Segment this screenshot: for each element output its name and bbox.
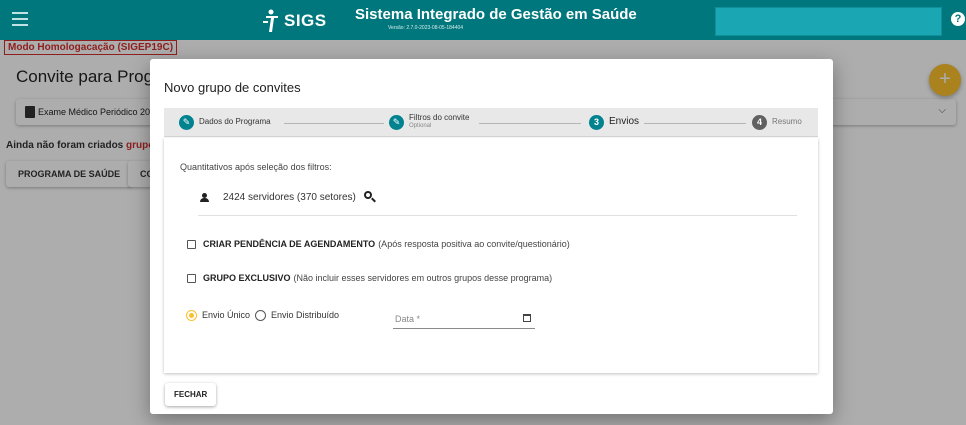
step-connector <box>644 123 746 124</box>
quantitativos-title: Quantitativos após seleção dos filtros: <box>180 162 332 172</box>
checkbox-note: (Não incluir esses servidores em outros … <box>293 273 553 283</box>
criar-pendencia-checkbox[interactable]: CRIAR PENDÊNCIA DE AGENDAMENTO (Após res… <box>187 238 570 250</box>
step-label: Resumo <box>772 117 802 126</box>
envio-radio-group: Envio Único Envio Distribuído <box>186 309 339 321</box>
menu-icon[interactable] <box>12 12 28 26</box>
close-button[interactable]: FECHAR <box>165 383 217 406</box>
checkbox-label: GRUPO EXCLUSIVO <box>203 273 291 283</box>
grupo-exclusivo-checkbox[interactable]: GRUPO EXCLUSIVO (Não incluir esses servi… <box>187 272 552 284</box>
step-label: Dados do Programa <box>199 117 271 126</box>
pencil-icon: ✎ <box>179 115 194 130</box>
date-placeholder: Data * <box>395 314 421 324</box>
calendar-icon[interactable] <box>523 314 531 322</box>
sigs-logo-mark <box>263 9 278 32</box>
app-version: Versão: 2.7.0-2023-08-05-184404 <box>388 25 464 31</box>
step-label: Envios <box>609 116 640 127</box>
app-title: Sistema Integrado de Gestão em Saúde <box>355 6 637 23</box>
step-number: 3 <box>589 115 604 130</box>
dialog-title: Novo grupo de convites <box>164 80 301 95</box>
radio-label-envio-distribuido[interactable]: Envio Distribuído <box>271 310 339 320</box>
checkbox-box[interactable] <box>187 273 196 283</box>
step-optional-label: Optional <box>409 123 432 129</box>
checkbox-note: (Após resposta positiva ao convite/quest… <box>378 239 570 249</box>
stepper: ✎ Dados do Programa ✎ Filtros do convite… <box>164 108 818 137</box>
step-content: Quantitativos após seleção dos filtros: … <box>164 138 818 373</box>
step-connector <box>284 123 384 124</box>
new-invite-group-dialog: Novo grupo de convites ✎ Dados do Progra… <box>150 59 833 414</box>
radio-envio-unico[interactable] <box>186 309 197 321</box>
servers-summary: 2424 servidores (370 setores) <box>223 192 356 203</box>
checkbox-label: CRIAR PENDÊNCIA DE AGENDAMENTO <box>203 239 376 249</box>
step-connector <box>479 123 581 124</box>
radio-envio-distribuido[interactable] <box>255 309 267 321</box>
step-number: 4 <box>752 115 767 130</box>
search-icon[interactable] <box>364 191 376 203</box>
radio-label-envio-unico[interactable]: Envio Único <box>202 310 250 320</box>
top-app-bar: SIGS Sistema Integrado de Gestão em Saúd… <box>0 0 966 40</box>
divider <box>198 215 797 216</box>
sigs-logo: SIGS <box>262 8 327 34</box>
header-search-box[interactable] <box>715 7 942 36</box>
step-label: Filtros do convite <box>409 113 470 122</box>
date-input[interactable]: Data * <box>393 311 535 329</box>
person-icon <box>200 193 209 202</box>
pencil-icon: ✎ <box>389 115 404 130</box>
checkbox-box[interactable] <box>187 239 196 249</box>
help-icon[interactable]: ? <box>951 12 965 26</box>
logo-text: SIGS <box>284 11 327 30</box>
